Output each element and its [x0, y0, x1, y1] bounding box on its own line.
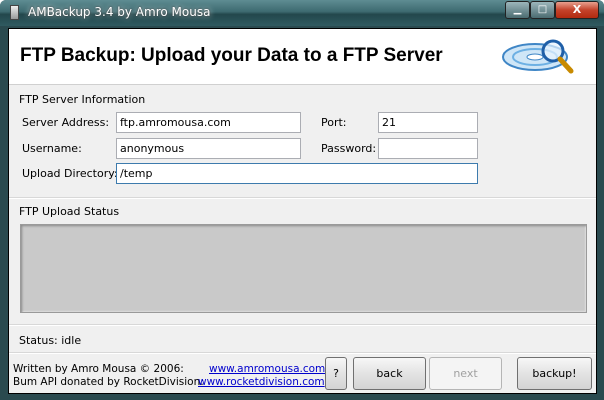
back-button[interactable]: back — [353, 357, 426, 390]
server-address-input[interactable] — [116, 112, 301, 133]
credit-line-1: Written by Amro Mousa © 2006: — [13, 363, 184, 375]
port-input[interactable] — [378, 112, 478, 133]
magnifier-disc-icon — [502, 39, 574, 74]
rocketdivision-link[interactable]: www.rocketdivision.com — [198, 376, 325, 388]
server-info-section-label: FTP Server Information — [19, 93, 146, 106]
status-text: Status: idle — [19, 334, 82, 347]
minimize-button[interactable]: ▁ — [505, 1, 530, 19]
upload-status-panel — [20, 224, 587, 313]
section-divider — [9, 197, 596, 199]
footer-divider — [9, 352, 596, 354]
next-button[interactable]: next — [429, 357, 502, 390]
title-bar[interactable]: AMBackup 3.4 by Amro Mousa ▁ □ X — [0, 0, 604, 26]
close-button[interactable]: X — [555, 1, 599, 19]
password-label: Password: — [321, 142, 377, 155]
username-label: Username: — [22, 142, 82, 155]
status-divider — [9, 324, 596, 326]
password-input[interactable] — [378, 138, 478, 159]
amromousa-link[interactable]: www.amromousa.com — [209, 363, 325, 375]
port-label: Port: — [321, 116, 347, 129]
upload-directory-label: Upload Directory: — [22, 167, 118, 180]
server-address-label: Server Address: — [22, 116, 110, 129]
username-input[interactable] — [116, 138, 301, 159]
backup-button[interactable]: backup! — [517, 357, 592, 390]
app-icon — [10, 5, 19, 20]
page-header: FTP Backup: Upload your Data to a FTP Se… — [9, 29, 596, 85]
help-button[interactable]: ? — [325, 357, 347, 390]
app-window: AMBackup 3.4 by Amro Mousa ▁ □ X FTP Bac… — [0, 0, 604, 400]
page-title: FTP Backup: Upload your Data to a FTP Se… — [20, 45, 443, 66]
credit-line-2: Bum API donated by RocketDivision: — [13, 376, 204, 388]
window-title: AMBackup 3.4 by Amro Mousa — [28, 5, 211, 19]
client-area: FTP Backup: Upload your Data to a FTP Se… — [8, 28, 597, 394]
upload-directory-input[interactable] — [116, 163, 478, 184]
upload-status-section-label: FTP Upload Status — [19, 205, 120, 218]
maximize-button[interactable]: □ — [530, 1, 555, 19]
